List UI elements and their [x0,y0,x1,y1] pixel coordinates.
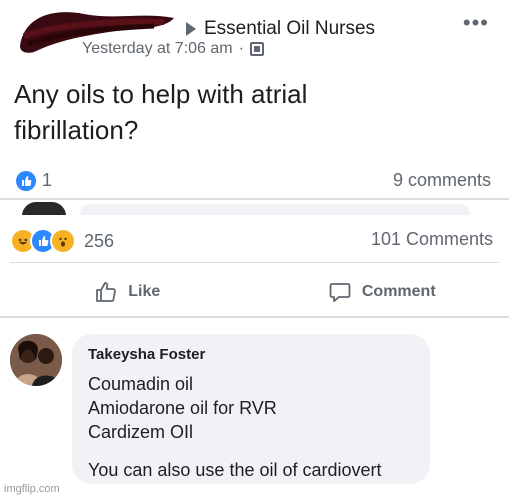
post-timestamp[interactable]: Yesterday at 7:06 am [82,40,233,58]
comment-body: Coumadin oil Amiodarone oil for RVR Card… [88,372,414,482]
like-reaction-icon [16,170,36,191]
comment-bubble: Takeysha Foster Coumadin oil Amiodarone … [72,334,430,484]
thumbs-up-icon [96,282,117,302]
comment-bubble-icon [329,283,351,302]
post-text-line: fibrillation? [14,115,139,145]
divider [0,198,509,200]
group-header: Essential Oil Nurses [186,16,375,42]
next-comment-bubble [80,204,470,215]
comment-line: Amiodarone oil for RVR [88,398,277,418]
comments-count[interactable]: 101 Comments [371,229,493,250]
reaction-count: 256 [84,230,115,251]
post-comments-count[interactable]: 9 comments [393,170,491,191]
like-button[interactable]: Like [0,272,255,312]
shared-post-screenshot: Essential Oil Nurses ••• Yesterday at 7:… [0,0,509,215]
reactions-summary[interactable]: 256 [10,228,114,254]
avatar[interactable] [10,334,62,386]
separator-dot: · [238,40,244,57]
comment-button-label: Comment [361,283,436,300]
comment-button[interactable]: Comment [255,272,509,312]
post-like-summary[interactable]: 1 [16,170,52,191]
arrow-right-icon [186,22,196,36]
next-comment-avatar [22,202,66,215]
divider [10,262,499,263]
comment-author[interactable]: Takeysha Foster [88,344,414,366]
like-button-label: Like [128,283,161,300]
group-name-link[interactable]: Essential Oil Nurses [204,18,375,40]
watermark: imgflip.com [4,483,60,495]
comment-line: Cardizem OIl [88,422,194,442]
post-text-line: Any oils to help with atrial [14,79,308,109]
profile-photo [10,334,62,386]
post-timestamp-line: Yesterday at 7:06 am · [82,40,264,58]
post-like-count: 1 [42,170,53,190]
action-bar: Like Comment [0,272,509,312]
wow-reaction-icon [50,228,76,254]
more-options-icon[interactable]: ••• [463,12,489,34]
comment-line: Coumadin oil [88,374,194,394]
post-text: Any oils to help with atrial fibrillatio… [14,76,434,148]
comment-line: You can also use the oil of cardiovert [88,460,382,480]
divider [0,316,509,318]
group-audience-icon [249,42,264,56]
